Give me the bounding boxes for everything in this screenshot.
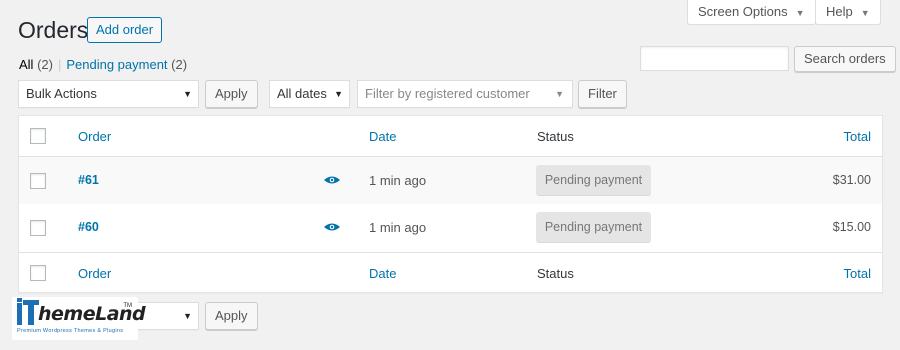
table-header: Order Date Status Total bbox=[19, 116, 882, 157]
eye-icon[interactable] bbox=[323, 222, 341, 232]
search-input[interactable] bbox=[640, 46, 789, 71]
apply-button-top[interactable]: Apply bbox=[205, 80, 258, 108]
logo-tagline: Premium Wordpress Themes & Plugins bbox=[17, 328, 124, 334]
order-total: $31.00 bbox=[832, 173, 871, 187]
column-date-footer[interactable]: Date bbox=[369, 266, 396, 281]
eye-icon[interactable] bbox=[323, 175, 341, 185]
caret-down-icon: ▼ bbox=[795, 8, 805, 18]
view-pending-label: Pending payment bbox=[66, 57, 168, 72]
dates-value: All dates bbox=[277, 86, 327, 101]
order-number-link[interactable]: #60 bbox=[78, 220, 99, 234]
table-row[interactable]: #60 1 min ago Pending payment $15.00 bbox=[19, 204, 882, 252]
logo-tm: TM bbox=[123, 303, 132, 309]
apply-button-bottom[interactable]: Apply bbox=[205, 302, 258, 330]
view-all-count: (2) bbox=[37, 57, 53, 72]
view-pending-count: (2) bbox=[171, 57, 188, 72]
column-status: Status bbox=[537, 129, 574, 144]
column-total-footer[interactable]: Total bbox=[844, 266, 871, 281]
search-orders-button[interactable]: Search orders bbox=[794, 46, 896, 72]
row-checkbox[interactable] bbox=[30, 173, 46, 189]
page-title: Orders bbox=[18, 17, 89, 43]
order-total: $15.00 bbox=[832, 220, 871, 234]
column-status-footer: Status bbox=[537, 266, 574, 281]
order-date: 1 min ago bbox=[369, 220, 427, 235]
column-date[interactable]: Date bbox=[369, 129, 396, 144]
caret-down-icon: ▼ bbox=[860, 8, 870, 18]
table-row[interactable]: #61 1 min ago Pending payment $31.00 bbox=[19, 157, 882, 204]
bulk-actions-value: Bulk Actions bbox=[26, 86, 97, 101]
select-all-checkbox[interactable] bbox=[30, 128, 46, 144]
bulk-actions-select[interactable]: Bulk Actions ▼ bbox=[18, 80, 199, 108]
add-order-button[interactable]: Add order bbox=[87, 17, 163, 43]
column-total[interactable]: Total bbox=[844, 129, 871, 144]
customer-filter-select[interactable]: Filter by registered customer ▼ bbox=[357, 80, 573, 108]
select-all-checkbox-footer[interactable] bbox=[30, 265, 46, 281]
column-order-footer[interactable]: Order bbox=[78, 266, 111, 281]
caret-down-icon: ▼ bbox=[334, 89, 343, 99]
table-footer: Order Date Status Total bbox=[19, 252, 882, 292]
column-order[interactable]: Order bbox=[78, 129, 111, 144]
order-date: 1 min ago bbox=[369, 173, 427, 188]
view-all-label: All bbox=[19, 57, 34, 72]
status-badge: Pending payment bbox=[536, 212, 651, 243]
screen-options-label: Screen Options bbox=[698, 4, 788, 19]
view-pending-payment[interactable]: Pending payment (2) bbox=[66, 57, 187, 72]
caret-down-icon: ▼ bbox=[183, 311, 192, 321]
caret-down-icon: ▼ bbox=[555, 89, 564, 99]
help-button[interactable]: Help ▼ bbox=[815, 0, 881, 25]
help-label: Help bbox=[826, 4, 853, 19]
view-all[interactable]: All (2) bbox=[19, 57, 53, 72]
row-checkbox[interactable] bbox=[30, 220, 46, 236]
ithemeland-logo: hemeLand TM Premium Wordpress Themes & P… bbox=[12, 297, 146, 340]
status-badge: Pending payment bbox=[536, 165, 651, 196]
customer-filter-placeholder: Filter by registered customer bbox=[365, 86, 530, 101]
screen-options-button[interactable]: Screen Options ▼ bbox=[687, 0, 816, 25]
caret-down-icon: ▼ bbox=[183, 89, 192, 99]
dates-select[interactable]: All dates ▼ bbox=[269, 80, 350, 108]
status-views: All (2) | Pending payment (2) bbox=[19, 57, 187, 72]
filter-button[interactable]: Filter bbox=[578, 80, 627, 108]
orders-table: Order Date Status Total #61 1 min ago Pe… bbox=[18, 115, 883, 293]
views-separator: | bbox=[57, 57, 62, 72]
order-number-link[interactable]: #61 bbox=[78, 173, 99, 187]
